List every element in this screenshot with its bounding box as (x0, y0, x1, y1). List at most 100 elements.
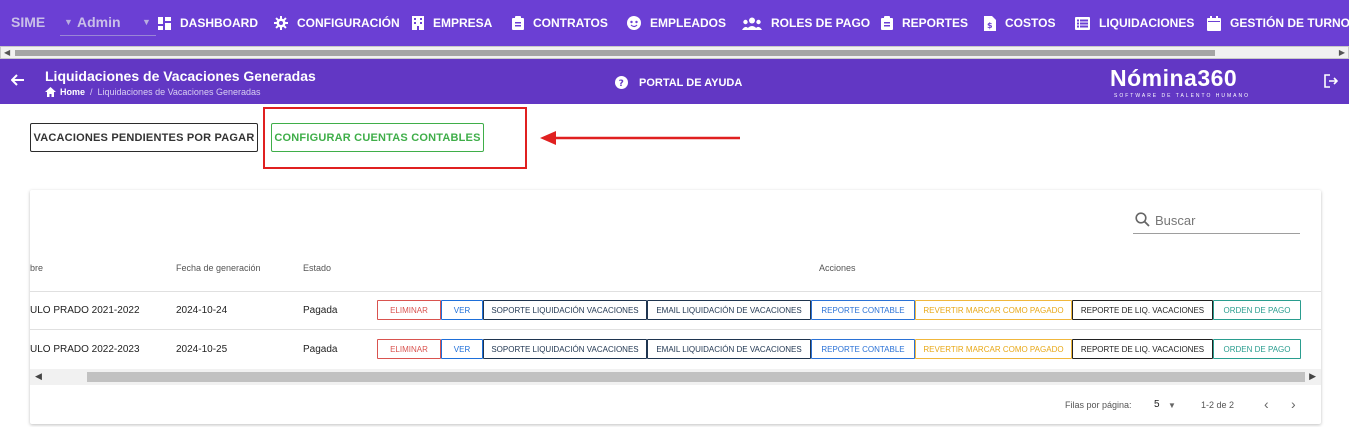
breadcrumb: Home / Liquidaciones de Vacaciones Gener… (45, 87, 260, 97)
nav-item-label: EMPLEADOS (650, 16, 727, 30)
top-navbar: SIME ▼ Admin ▼ DASHBOARD CONFIGURACIÓN E… (0, 0, 1349, 46)
nav-item-label: CONFIGURACIÓN (297, 16, 400, 30)
nav-item-label: LIQUIDACIONES (1099, 16, 1195, 30)
gear-icon (274, 16, 288, 30)
row-date: 2024-10-25 (176, 344, 228, 355)
nomina360-logo: Nómina360 SOFTWARE DE TALENTO HUMANO (1110, 65, 1248, 99)
accounting-report-button[interactable]: REPORTE CONTABLE (811, 339, 915, 359)
nav-item-reportes[interactable]: REPORTES (881, 0, 968, 46)
back-arrow-icon[interactable] (11, 73, 25, 87)
vacation-report-button[interactable]: REPORTE DE LIQ. VACACIONES (1072, 339, 1213, 359)
divider (30, 291, 1321, 292)
nav-item-label: GESTIÓN DE TURNOS (1230, 16, 1349, 30)
nav-item-label: ROLES DE PAGO (771, 16, 871, 30)
nav-item-label: CONTRATOS (533, 16, 608, 30)
people-icon (742, 17, 762, 30)
building-icon (412, 16, 424, 30)
clipboard-icon (512, 16, 524, 30)
view-button[interactable]: VER (441, 300, 483, 320)
page-header: Liquidaciones de Vacaciones Generadas Ho… (0, 59, 1349, 104)
next-page-icon[interactable]: › (1291, 396, 1296, 412)
divider (30, 329, 1321, 330)
chevron-down-icon: ▼ (142, 17, 151, 27)
rows-per-page-label: Filas por página: (1065, 400, 1132, 410)
pagination-range: 1-2 de 2 (1201, 400, 1235, 410)
help-portal-link[interactable]: ? PORTAL DE AYUDA (615, 76, 742, 89)
chevron-down-icon: ▼ (64, 17, 73, 27)
row-status: Pagada (303, 344, 338, 355)
payment-order-button[interactable]: ORDEN DE PAGO (1213, 339, 1301, 359)
page-title: Liquidaciones de Vacaciones Generadas (45, 68, 316, 84)
search-input[interactable] (1155, 210, 1295, 230)
column-header-date[interactable]: Fecha de generación (176, 263, 261, 273)
row-date: 2024-10-24 (176, 305, 228, 316)
settlements-table-card: bre Fecha de generación Estado Acciones … (30, 190, 1321, 424)
breadcrumb-home[interactable]: Home (60, 87, 85, 97)
logout-icon[interactable] (1324, 74, 1338, 88)
nav-item-empleados[interactable]: EMPLEADOS (627, 0, 726, 46)
column-header-name[interactable]: bre (30, 263, 43, 273)
dollar-file-icon: $ (984, 15, 996, 31)
logo-tagline: SOFTWARE DE TALENTO HUMANO (1114, 93, 1250, 99)
support-settlement-button[interactable]: SOPORTE LIQUIDACIÓN VACACIONES (483, 300, 647, 320)
row-status: Pagada (303, 305, 338, 316)
email-settlement-button[interactable]: EMAIL LIQUIDACIÓN DE VACACIONES (647, 339, 811, 359)
svg-text:$: $ (987, 21, 993, 30)
support-settlement-button[interactable]: SOPORTE LIQUIDACIÓN VACACIONES (483, 339, 647, 359)
help-portal-label: PORTAL DE AYUDA (639, 76, 743, 89)
breadcrumb-current: Liquidaciones de Vacaciones Generadas (97, 87, 261, 97)
list-icon (1075, 16, 1090, 30)
highlight-box (263, 107, 527, 169)
user-select[interactable]: ▼ Admin ▼ (60, 8, 156, 36)
pending-vacations-button[interactable]: VACACIONES PENDIENTES POR PAGAR (30, 123, 258, 152)
nav-item-gestion-de-turnos[interactable]: GESTIÓN DE TURNOS (1207, 0, 1349, 46)
dashboard-icon (158, 16, 171, 30)
nav-item-costos[interactable]: $ COSTOS (984, 0, 1055, 46)
delete-button[interactable]: ELIMINAR (377, 339, 441, 359)
nav-item-contratos[interactable]: CONTRATOS (512, 0, 608, 46)
revert-paid-button[interactable]: REVERTIR MARCAR COMO PAGADO (915, 339, 1072, 359)
accounting-report-button[interactable]: REPORTE CONTABLE (811, 300, 915, 320)
calendar-icon (1207, 15, 1221, 31)
search-icon (1135, 212, 1150, 227)
nav-item-liquidaciones[interactable]: LIQUIDACIONES (1075, 0, 1194, 46)
face-icon (627, 16, 641, 30)
nav-item-label: COSTOS (1005, 16, 1056, 30)
nav-item-dashboard[interactable]: DASHBOARD (158, 0, 258, 46)
scrollbar-thumb[interactable] (87, 372, 1305, 382)
scrollbar-thumb[interactable] (15, 50, 1215, 56)
user-name: Admin (77, 14, 121, 30)
column-header-actions: Acciones (819, 263, 856, 273)
scroll-left-icon[interactable]: ◀ (4, 48, 10, 57)
nav-scrollbar[interactable]: ◀ ▶ (0, 46, 1349, 59)
rows-per-page-select[interactable]: 5 (1154, 399, 1160, 410)
annotation-arrow-icon (540, 131, 740, 145)
home-icon (45, 87, 56, 97)
chevron-down-icon[interactable]: ▼ (1168, 401, 1176, 410)
scroll-right-icon[interactable]: ▶ (1309, 371, 1316, 382)
view-button[interactable]: VER (441, 339, 483, 359)
prev-page-icon[interactable]: ‹ (1264, 396, 1269, 412)
delete-button[interactable]: ELIMINAR (377, 300, 441, 320)
clipboard-icon (881, 16, 893, 30)
column-header-status[interactable]: Estado (303, 263, 331, 273)
svg-text:?: ? (619, 79, 624, 89)
email-settlement-button[interactable]: EMAIL LIQUIDACIÓN DE VACACIONES (647, 300, 811, 320)
logo-text: Nómina360 (1110, 65, 1238, 91)
search-box[interactable] (1133, 209, 1300, 234)
row-name: ULO PRADO 2022-2023 (30, 344, 140, 355)
brand-name: SIME (11, 14, 46, 30)
row-name: ULO PRADO 2021-2022 (30, 305, 140, 316)
payment-order-button[interactable]: ORDEN DE PAGO (1213, 300, 1301, 320)
nav-item-empresa[interactable]: EMPRESA (412, 0, 492, 46)
nav-item-label: REPORTES (902, 16, 969, 30)
table-scrollbar[interactable]: ◀ ▶ (30, 369, 1321, 385)
nav-item-label: EMPRESA (433, 16, 493, 30)
revert-paid-button[interactable]: REVERTIR MARCAR COMO PAGADO (915, 300, 1072, 320)
scroll-left-icon[interactable]: ◀ (35, 371, 42, 382)
scroll-right-icon[interactable]: ▶ (1339, 48, 1345, 57)
nav-item-roles-de-pago[interactable]: ROLES DE PAGO (742, 0, 870, 46)
vacation-report-button[interactable]: REPORTE DE LIQ. VACACIONES (1072, 300, 1213, 320)
nav-item-configuracion[interactable]: CONFIGURACIÓN (274, 0, 400, 46)
nav-item-label: DASHBOARD (180, 16, 258, 30)
